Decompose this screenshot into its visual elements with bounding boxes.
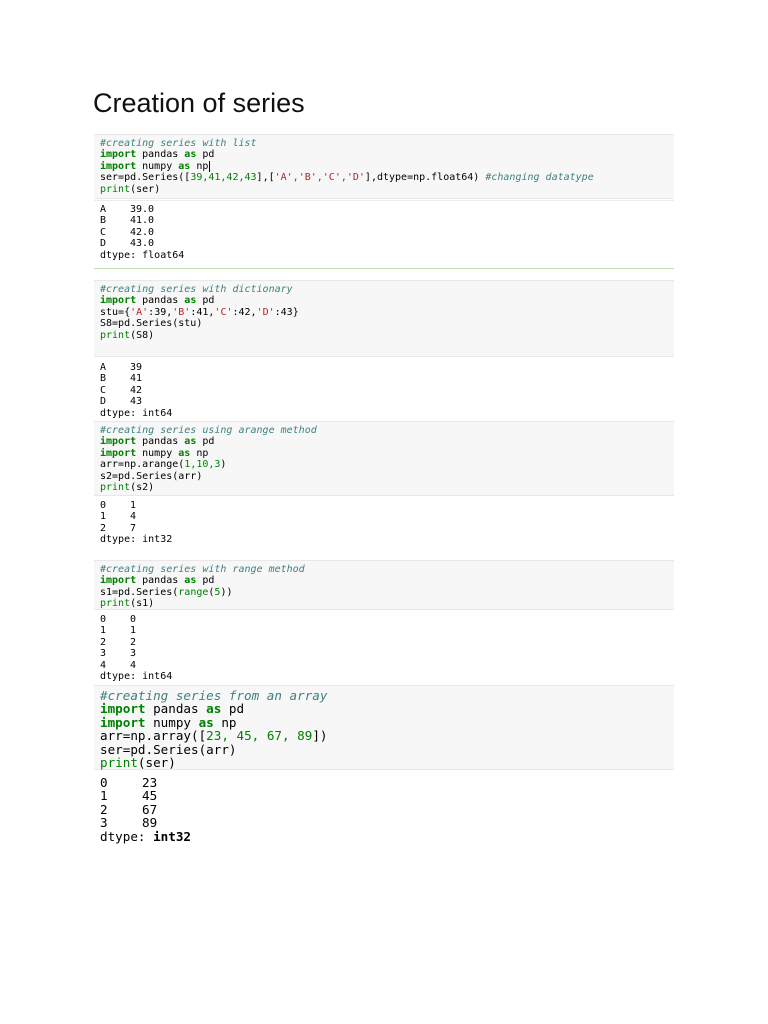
code-line: import pandas as pd: [100, 149, 215, 161]
output-cell-arange: 01 14 27 dtype: int32: [94, 500, 674, 546]
output-dtype: dtype: int32: [100, 534, 173, 546]
code-line: ser=pd.Series([39,41,42,43],['A','B','C'…: [100, 172, 594, 184]
code-line: import numpy as np: [100, 447, 209, 459]
text-cursor: [209, 160, 211, 172]
code-line: s1=pd.Series(range(5)): [100, 586, 233, 598]
code-line: import pandas as pd: [100, 575, 215, 587]
code-cell-list[interactable]: #creating series with list import pandas…: [94, 134, 674, 199]
cell-divider: [94, 268, 674, 269]
output-row: 33: [100, 648, 137, 660]
output-row: A 39.0: [100, 204, 155, 215]
code-comment: #creating series using arange method: [100, 425, 317, 436]
code-cell-dictionary[interactable]: #creating series with dictionary import …: [94, 280, 674, 357]
output-cell-dictionary: A 39 B 41 C 42 D 43 dtype: int64: [94, 362, 674, 419]
code-line: print(s1): [100, 598, 155, 610]
output-row: C 42.0: [100, 226, 155, 238]
code-line: import pandas as pd: [100, 295, 215, 307]
output-cell-array: 0 23 1 45 2 67 3 89 dtype: int32: [94, 776, 674, 843]
output-row: 11: [100, 625, 137, 637]
output-row: 1 45: [100, 788, 158, 804]
output-row: C 42: [100, 384, 143, 396]
code-line: s2=pd.Series(arr): [100, 470, 203, 482]
code-line: import numpy as np: [100, 714, 237, 730]
code-line: stu={'A':39,'B':41,'C':42,'D':43}: [100, 306, 299, 318]
code-line: arr=np.arange(1,10,3): [100, 459, 227, 471]
code-comment: #creating series with dictionary: [100, 284, 293, 295]
output-row: 2 67: [100, 801, 158, 817]
code-cell-range[interactable]: #creating series with range method impor…: [94, 560, 674, 610]
output-row: 01: [100, 500, 137, 511]
code-cell-array[interactable]: #creating series from an array import pa…: [94, 685, 674, 770]
code-comment: #creating series from an array: [100, 688, 328, 703]
output-row: D 43: [100, 396, 143, 408]
code-line: print(S8): [100, 329, 155, 341]
code-line: ser=pd.Series(arr): [100, 741, 237, 757]
output-row: D 43.0: [100, 238, 155, 250]
code-line: print(ser): [100, 183, 161, 195]
code-comment: #creating series with range method: [100, 564, 305, 575]
output-row: B 41: [100, 373, 143, 385]
output-dtype: dtype: int32: [100, 828, 191, 844]
output-row: 22: [100, 636, 137, 648]
code-comment: #creating series with list: [100, 138, 257, 149]
output-cell-range: 00 11 22 33 44 dtype: int64: [94, 614, 674, 682]
output-dtype: dtype: float64: [100, 249, 185, 261]
output-row: 44: [100, 659, 137, 671]
output-row: 0 23: [100, 775, 158, 790]
page-title: Creation of series: [93, 88, 305, 118]
code-line: import numpy as np: [100, 160, 211, 172]
code-line: print(s2): [100, 482, 155, 494]
output-row: 27: [100, 522, 137, 534]
code-line: S8=pd.Series(stu): [100, 318, 203, 330]
output-row: 14: [100, 511, 137, 523]
output-dtype: dtype: int64: [100, 671, 173, 683]
output-row: 3 89: [100, 815, 158, 831]
output-row: A 39: [100, 362, 143, 373]
output-row: 00: [100, 614, 137, 625]
code-line: arr=np.array([23, 45, 67, 89]): [100, 728, 328, 744]
output-cell-list: A 39.0 B 41.0 C 42.0 D 43.0 dtype: float64: [94, 204, 674, 261]
output-dtype: dtype: int64: [100, 407, 173, 419]
code-line: print(ser): [100, 755, 176, 771]
output-row: B 41.0: [100, 215, 155, 227]
code-cell-arange[interactable]: #creating series using arange method imp…: [94, 421, 674, 496]
code-line: import pandas as pd: [100, 436, 215, 448]
code-line: import pandas as pd: [100, 701, 245, 717]
